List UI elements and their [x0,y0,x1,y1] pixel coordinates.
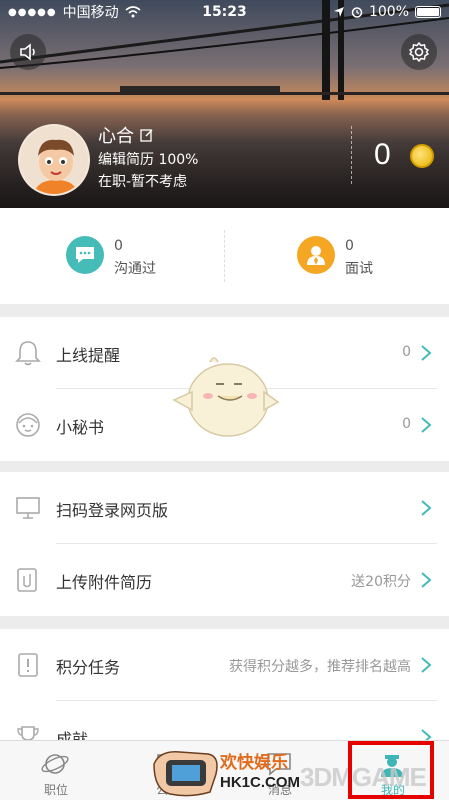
list-group-tools: 扫码登录网页版 上传附件简历 送20积分 [0,472,449,616]
signal-icon: ●●●●● [8,6,57,18]
chevron-right-icon [421,657,432,673]
planet-icon [41,754,69,774]
watermark-title: 欢快娱乐 [220,753,288,773]
stat-label: 面试 [345,261,373,277]
row-title: 扫码登录网页版 [56,501,169,520]
row-title: 上线提醒 [56,346,121,365]
stat-contacted[interactable]: 0 沟通过 [66,236,156,277]
coin-icon[interactable] [410,144,434,168]
stats-divider [224,230,225,282]
stat-count: 0 [114,238,123,254]
gear-icon [409,42,429,62]
battery-percent: 100% [368,4,409,20]
chat-bubble-icon [66,236,104,274]
battery-icon [415,6,441,18]
mascot-illustration [172,357,280,437]
profile-name-row[interactable]: 心合 [98,122,154,148]
carrier: 中国移动 [62,5,119,21]
chevron-right-icon [421,572,432,588]
stat-interview[interactable]: 0 面试 [297,236,373,277]
wifi-icon [125,6,141,18]
avatar[interactable] [18,124,90,196]
row-points-task[interactable]: 积分任务 获得积分越多，推荐排名越高 [0,629,449,701]
row-value: 0 [402,416,411,432]
secretary-icon [16,413,40,437]
row-title: 上传附件简历 [56,573,153,592]
sound-button[interactable] [10,34,46,70]
monitor-icon [16,497,40,519]
status-bar: ●●●●● 中国移动 15:23 100% [0,0,449,24]
chevron-right-icon [421,417,432,433]
settings-button[interactable] [401,34,437,70]
row-scan-login[interactable]: 扫码登录网页版 [0,472,449,544]
stat-count: 0 [345,238,354,254]
row-value: 0 [402,344,411,360]
row-value: 送20积分 [351,574,411,590]
chevron-right-icon [421,345,432,361]
watermark-url: HK1C.COM [220,774,301,791]
attachment-icon [17,568,37,592]
row-title: 积分任务 [56,658,121,677]
edit-icon[interactable] [140,128,154,142]
user-name: 心合 [98,126,134,147]
speaker-icon [20,43,35,61]
bell-icon [15,341,41,366]
tab-label: 职位 [43,783,68,797]
stats-panel: 0 沟通过 0 面试 [0,208,449,304]
row-title: 小秘书 [56,418,105,437]
stat-label: 沟通过 [114,261,156,277]
resume-completion[interactable]: 编辑简历 100% [98,149,198,169]
task-icon [18,653,38,677]
row-upload-resume[interactable]: 上传附件简历 送20积分 [0,544,449,616]
header-divider [351,126,352,184]
location-icon [333,7,344,17]
coin-count[interactable]: 0 [374,138,391,172]
tab-jobs[interactable]: 职位 [0,741,112,800]
row-value: 获得积分越多，推荐排名越高 [229,659,411,675]
highlight-box [348,741,434,799]
alarm-icon [351,7,363,18]
job-status[interactable]: 在职-暂不考虑 [98,171,187,191]
chevron-right-icon [421,500,432,516]
interview-person-icon [297,236,335,274]
